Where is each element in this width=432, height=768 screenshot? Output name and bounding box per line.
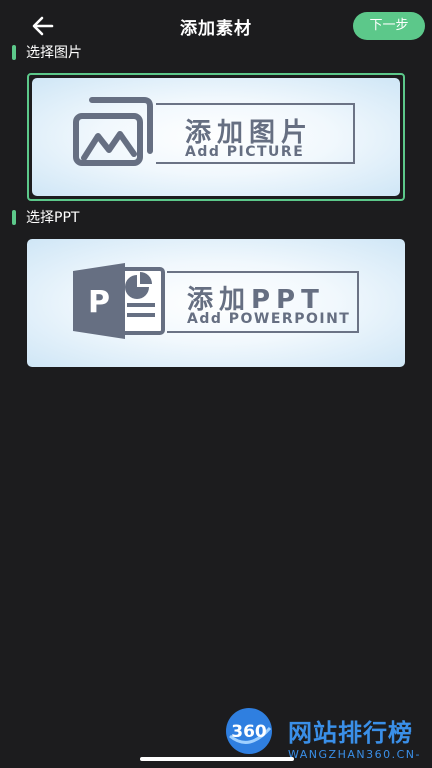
- watermark-360-logo: 360: [226, 708, 272, 754]
- section-picture-label: 选择图片: [26, 45, 82, 61]
- watermark-subtext: WANGZHAN360.CN-: [288, 748, 421, 761]
- add-picture-banner: 添加图片 Add PICTURE: [32, 78, 400, 196]
- section-marker: [12, 44, 16, 60]
- powerpoint-icon: P: [73, 263, 165, 339]
- picture-icon: [73, 97, 153, 166]
- section-ppt-header: 选择PPT: [12, 208, 79, 226]
- ppt-card-subtitle: Add POWERPOINT: [187, 311, 351, 327]
- section-ppt-label: 选择PPT: [26, 210, 80, 226]
- watermark-text: 网站排行榜: [288, 719, 413, 747]
- add-ppt-card[interactable]: P 添加PPT Add POWERPOINT: [27, 239, 405, 367]
- add-ppt-banner: P 添加PPT Add POWERPOINT: [27, 239, 405, 367]
- svg-text:P: P: [88, 285, 110, 320]
- next-step-button[interactable]: 下一步: [353, 12, 425, 40]
- section-marker: [12, 209, 16, 225]
- picture-card-subtitle: Add PICTURE: [185, 144, 305, 160]
- home-indicator[interactable]: [140, 757, 294, 761]
- add-picture-card[interactable]: 添加图片 Add PICTURE: [27, 73, 405, 201]
- watermark-logo-text: 360: [231, 722, 267, 742]
- section-picture-header: 选择图片: [12, 43, 82, 61]
- add-material-page: 添加素材 下一步 选择图片 添加图片 Add PICTURE 选择PPT P 添…: [0, 0, 432, 768]
